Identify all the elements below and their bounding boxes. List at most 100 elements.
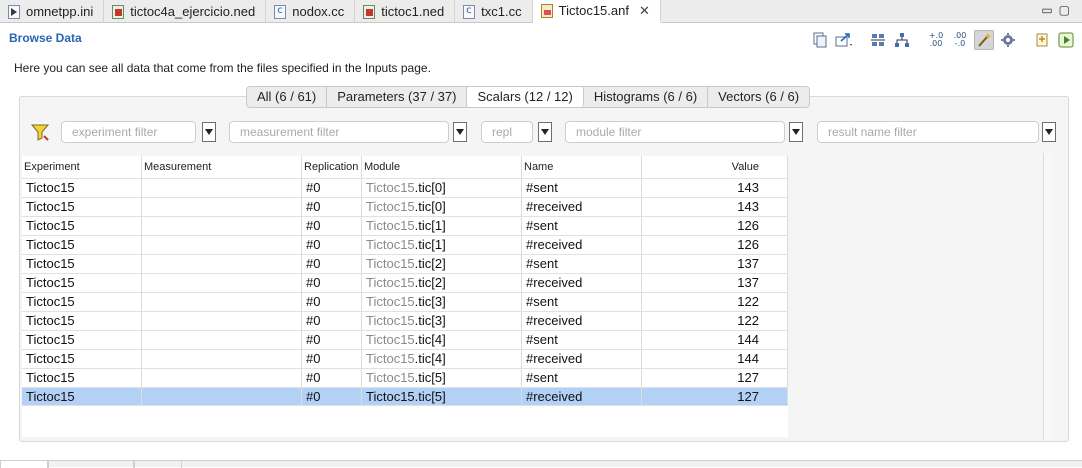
module-suffix: .tic[2] [414, 275, 446, 290]
cell-value: 126 [642, 236, 788, 254]
tab-txc1-cc[interactable]: txc1.cc [455, 0, 533, 23]
cell-measurement [142, 236, 302, 254]
cell-module: Tictoc15.tic[5] [362, 369, 522, 387]
cell-name: #received [522, 236, 642, 254]
gear-icon[interactable] [998, 30, 1018, 50]
minimize-icon[interactable]: ▭ [1041, 3, 1058, 17]
module-suffix: .tic[2] [414, 256, 446, 271]
cell-measurement [142, 369, 302, 387]
cell-experiment: Tictoc15 [22, 198, 142, 216]
decrease-precision-icon[interactable]: .00 -.0 [950, 30, 970, 50]
tab-scalars[interactable]: Scalars (12 / 12) [467, 87, 584, 107]
table-row[interactable]: Tictoc15 #0 Tictoc15.tic[0] #sent 143 [22, 178, 788, 197]
table-row[interactable]: Tictoc15 #0 Tictoc15.tic[4] #received 144 [22, 349, 788, 368]
column-header-module[interactable]: Module [362, 156, 522, 178]
magic-wand-icon[interactable] [974, 30, 994, 50]
table-row[interactable]: Tictoc15 #0 Tictoc15.tic[0] #received 143 [22, 197, 788, 216]
column-header-experiment[interactable]: Experiment [22, 156, 142, 178]
tab-vectors[interactable]: Vectors (6 / 6) [708, 87, 809, 107]
cell-replication: #0 [302, 198, 362, 216]
chevron-down-icon[interactable] [202, 122, 216, 142]
cell-name: #sent [522, 293, 642, 311]
tree-view-icon[interactable] [892, 30, 912, 50]
module-prefix: Tictoc15 [366, 389, 415, 404]
cell-name: #received [522, 312, 642, 330]
cc-file-icon [274, 4, 287, 19]
module-suffix: .tic[0] [414, 180, 446, 195]
run-icon[interactable] [1056, 30, 1076, 50]
table-row[interactable]: Tictoc15 #0 Tictoc15.tic[5] #received 127 [22, 387, 788, 406]
chevron-down-icon[interactable] [1042, 122, 1056, 142]
column-header-replication[interactable]: Replication [302, 156, 362, 178]
cell-replication: #0 [302, 350, 362, 368]
ini-file-icon [8, 4, 20, 19]
funnel-icon[interactable] [29, 121, 51, 143]
maximize-icon[interactable]: ▢ [1059, 3, 1076, 17]
module-prefix: Tictoc15 [366, 237, 415, 252]
cell-experiment: Tictoc15 [22, 369, 142, 387]
copy-icon[interactable] [810, 30, 830, 50]
result-name-filter-input[interactable]: result name filter [817, 121, 1039, 143]
table-row[interactable]: Tictoc15 #0 Tictoc15.tic[3] #sent 122 [22, 292, 788, 311]
scalars-table: Experiment Measurement Replication Modul… [22, 156, 788, 437]
tab-omnetpp-ini[interactable]: omnetpp.ini [0, 0, 105, 23]
experiment-filter-input[interactable]: experiment filter [61, 121, 196, 143]
module-filter-input[interactable]: module filter [565, 121, 785, 143]
tab-all[interactable]: All (6 / 61) [247, 87, 328, 107]
module-prefix: Tictoc15 [366, 180, 415, 195]
measurement-filter-input[interactable]: measurement filter [229, 121, 449, 143]
cell-value: 143 [642, 198, 788, 216]
close-icon[interactable]: ✕ [639, 3, 650, 19]
precision-label: .00 [929, 39, 943, 48]
tab-tictoc1-ned[interactable]: tictoc1.ned [355, 0, 456, 23]
module-suffix: .tic[3] [414, 313, 446, 328]
cell-experiment: Tictoc15 [22, 236, 142, 254]
chevron-down-icon[interactable] [789, 122, 803, 142]
column-header-value[interactable]: Value [642, 156, 788, 178]
table-row[interactable]: Tictoc15 #0 Tictoc15.tic[1] #received 126 [22, 235, 788, 254]
table-row[interactable]: Tictoc15 #0 Tictoc15.tic[2] #sent 137 [22, 254, 788, 273]
tab-tictoc4a-ejercicio-ned[interactable]: tictoc4a_ejercicio.ned [104, 0, 267, 23]
vertical-scrollbar[interactable] [1043, 153, 1054, 440]
precision-label: -.0 [954, 39, 966, 48]
cell-measurement [142, 255, 302, 273]
module-prefix: Tictoc15 [366, 294, 415, 309]
window-controls: ▭▢ [1041, 3, 1076, 17]
cell-value: 126 [642, 217, 788, 235]
column-header-measurement[interactable]: Measurement [142, 156, 302, 178]
cell-value: 144 [642, 350, 788, 368]
table-body: Tictoc15 #0 Tictoc15.tic[0] #sent 143 Tictoc1… [22, 178, 788, 406]
tab-label: nodox.cc [292, 4, 345, 19]
tab-label: tictoc4a_ejercicio.ned [130, 4, 256, 19]
tab-parameters[interactable]: Parameters (37 / 37) [327, 87, 468, 107]
add-to-dataset-icon[interactable] [834, 30, 854, 50]
tab-tictoc15-anf[interactable]: Tictoc15.anf ✕ [532, 0, 661, 23]
tab-histograms[interactable]: Histograms (6 / 6) [584, 87, 709, 107]
cell-experiment: Tictoc15 [22, 255, 142, 273]
cell-replication: #0 [302, 331, 362, 349]
table-row[interactable]: Tictoc15 #0 Tictoc15.tic[4] #sent 144 [22, 330, 788, 349]
tab-nodox-cc[interactable]: nodox.cc [266, 0, 356, 23]
chevron-down-icon[interactable] [453, 122, 467, 142]
cell-value: 137 [642, 255, 788, 273]
table-row[interactable]: Tictoc15 #0 Tictoc15.tic[2] #received 137 [22, 273, 788, 292]
chevron-down-icon[interactable] [538, 122, 552, 142]
module-prefix: Tictoc15 [366, 351, 415, 366]
flat-view-icon[interactable] [868, 30, 888, 50]
export-icon[interactable] [1032, 30, 1052, 50]
cc-file-icon [463, 4, 476, 19]
cell-measurement [142, 217, 302, 235]
cell-experiment: Tictoc15 [22, 350, 142, 368]
module-suffix: .tic[1] [414, 237, 446, 252]
table-header: Experiment Measurement Replication Modul… [22, 156, 788, 178]
cell-experiment: Tictoc15 [22, 312, 142, 330]
increase-precision-icon[interactable]: +.0.00 [926, 30, 946, 50]
ned-file-icon [363, 4, 376, 19]
replication-filter-input[interactable]: repl [481, 121, 533, 143]
module-prefix: Tictoc15 [366, 199, 415, 214]
table-row[interactable]: Tictoc15 #0 Tictoc15.tic[3] #received 122 [22, 311, 788, 330]
table-row[interactable]: Tictoc15 #0 Tictoc15.tic[5] #sent 127 [22, 368, 788, 387]
table-row[interactable]: Tictoc15 #0 Tictoc15.tic[1] #sent 126 [22, 216, 788, 235]
module-suffix: .tic[5] [414, 370, 446, 385]
column-header-name[interactable]: Name [522, 156, 642, 178]
